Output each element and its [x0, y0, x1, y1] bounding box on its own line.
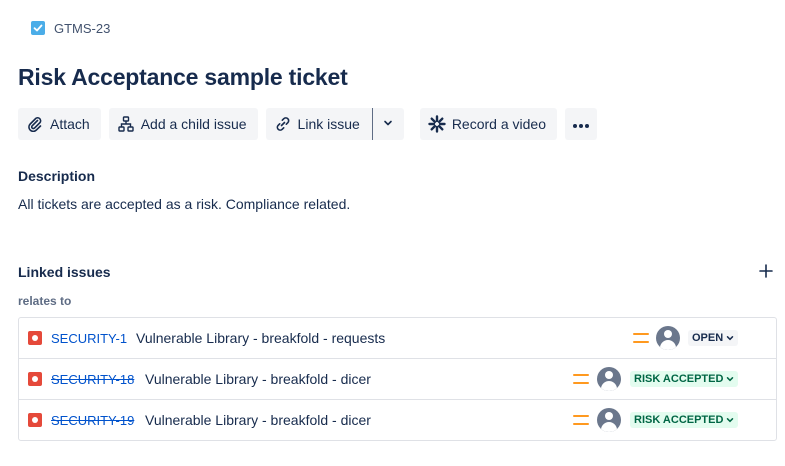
plus-icon	[759, 263, 773, 283]
attach-label: Attach	[50, 116, 90, 132]
more-icon	[572, 116, 590, 132]
linked-issue-key[interactable]: SECURITY-18	[51, 372, 134, 387]
add-child-issue-button[interactable]: Add a child issue	[108, 108, 258, 140]
chevron-down-icon	[726, 334, 734, 342]
record-video-button[interactable]: Record a video	[419, 108, 557, 140]
linked-issues-list: SECURITY-1 Vulnerable Library - breakfol…	[18, 317, 777, 441]
status-label: OPEN	[692, 332, 724, 344]
linked-issue-summary[interactable]: Vulnerable Library - breakfold - request…	[136, 330, 385, 346]
description-text[interactable]: All tickets are accepted as a risk. Comp…	[18, 196, 350, 212]
paperclip-icon	[26, 115, 44, 133]
task-type-icon	[31, 21, 45, 35]
bug-icon	[28, 372, 42, 386]
linked-issues-heading: Linked issues	[18, 264, 111, 280]
linked-issue-summary[interactable]: Vulnerable Library - breakfold - dicer	[145, 371, 371, 387]
chevron-down-icon	[726, 375, 734, 383]
link-issue-button[interactable]: Link issue	[265, 108, 372, 140]
linked-issue-row[interactable]: SECURITY-1 Vulnerable Library - breakfol…	[19, 318, 776, 359]
description-heading: Description	[18, 168, 96, 184]
relation-type-label: relates to	[18, 294, 72, 308]
avatar-icon[interactable]	[656, 326, 680, 350]
status-dropdown[interactable]: RISK ACCEPTED	[630, 371, 739, 387]
issue-title[interactable]: Risk Acceptance sample ticket	[18, 64, 348, 91]
status-dropdown[interactable]: RISK ACCEPTED	[630, 412, 739, 428]
issue-toolbar: Attach Add a child issue Link issue Reco…	[18, 108, 605, 140]
chevron-down-icon	[726, 416, 734, 424]
status-label: RISK ACCEPTED	[634, 373, 724, 385]
linked-issue-row[interactable]: SECURITY-18 Vulnerable Library - breakfo…	[19, 359, 776, 400]
status-dropdown[interactable]: OPEN	[688, 330, 739, 346]
priority-medium-icon	[573, 373, 589, 385]
breadcrumb: GTMS-23	[31, 19, 110, 37]
hierarchy-icon	[117, 115, 135, 133]
linked-issue-row[interactable]: SECURITY-19 Vulnerable Library - breakfo…	[19, 400, 776, 440]
chevron-down-icon	[383, 115, 393, 133]
link-issue-split-button: Link issue	[265, 108, 404, 140]
attach-button[interactable]: Attach	[18, 108, 101, 140]
priority-medium-icon	[633, 332, 649, 344]
add-linked-issue-button[interactable]	[756, 263, 776, 283]
priority-medium-icon	[573, 414, 589, 426]
link-issue-label: Link issue	[297, 116, 360, 132]
linked-issue-summary[interactable]: Vulnerable Library - breakfold - dicer	[145, 412, 371, 428]
loom-icon	[428, 115, 446, 133]
more-actions-button[interactable]	[564, 108, 597, 140]
bug-icon	[28, 331, 42, 345]
link-issue-dropdown-button[interactable]	[371, 108, 404, 140]
avatar-icon[interactable]	[597, 408, 621, 432]
linked-issue-key[interactable]: SECURITY-1	[51, 331, 127, 346]
bug-icon	[28, 413, 42, 427]
breadcrumb-issue-key[interactable]: GTMS-23	[54, 21, 110, 36]
add-child-issue-label: Add a child issue	[140, 116, 247, 132]
linked-issue-key[interactable]: SECURITY-19	[51, 413, 134, 428]
link-icon	[274, 115, 292, 133]
avatar-icon[interactable]	[597, 367, 621, 391]
status-label: RISK ACCEPTED	[634, 414, 724, 426]
record-video-label: Record a video	[451, 116, 546, 132]
